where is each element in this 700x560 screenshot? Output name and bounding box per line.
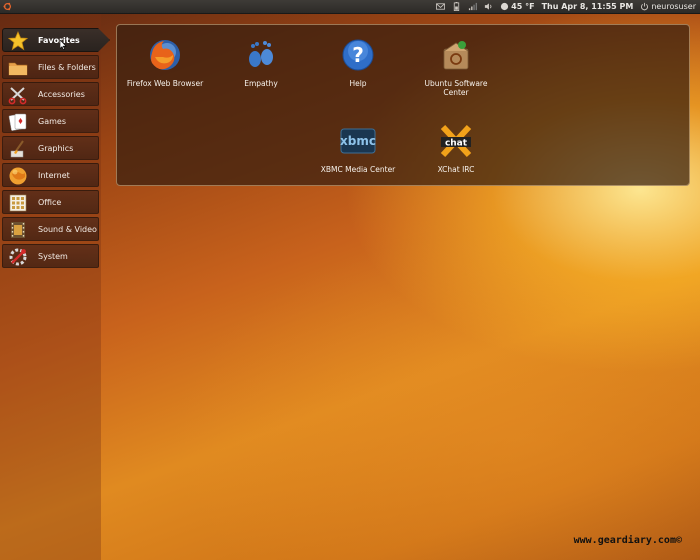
favorites-panel: Firefox Web Browser Empathy ? Help Ubunt… [116, 24, 690, 186]
network-signal-icon[interactable] [468, 2, 478, 11]
app-launcher-help[interactable]: ? Help [315, 37, 401, 88]
category-label: Internet [38, 171, 70, 180]
category-sidebar: Favorites Files & Folders Accessories Ga… [0, 14, 110, 560]
watermark: www.geardiary.com© [573, 535, 682, 546]
help-icon: ? [342, 39, 374, 71]
category-system[interactable]: System [2, 244, 99, 268]
app-launcher-firefox[interactable]: Firefox Web Browser [122, 37, 208, 88]
category-favorites[interactable]: Favorites [2, 28, 110, 52]
category-graphics[interactable]: Graphics [2, 136, 99, 160]
category-files-folders[interactable]: Files & Folders [2, 55, 99, 79]
svg-text:?: ? [352, 43, 364, 67]
category-internet[interactable]: Internet [2, 163, 99, 187]
category-label: Graphics [38, 144, 74, 153]
paintbrush-icon [10, 140, 24, 158]
xchat-icon: chat [440, 124, 472, 158]
battery-icon[interactable] [452, 2, 461, 11]
category-sound-video[interactable]: Sound & Video [2, 217, 99, 241]
empathy-icon [249, 41, 273, 67]
category-label: Games [38, 117, 66, 126]
volume-icon[interactable] [484, 2, 493, 11]
calculator-icon [9, 194, 27, 212]
top-panel: 45 °F Thu Apr 8, 11:55 PM neurosuser [0, 0, 700, 14]
session-menu[interactable]: neurosuser [640, 0, 696, 13]
weather-indicator[interactable]: 45 °F [500, 0, 535, 13]
mouse-cursor-icon [60, 40, 67, 50]
folder-icon [8, 62, 28, 76]
username: neurosuser [651, 2, 696, 11]
category-label: Accessories [38, 90, 85, 99]
category-accessories[interactable]: Accessories [2, 82, 99, 106]
power-icon [641, 2, 649, 11]
ubuntu-logo-icon[interactable] [3, 2, 12, 11]
app-launcher-empathy[interactable]: Empathy [218, 37, 304, 88]
app-launcher-xbmc[interactable]: xbmc XBMC Media Center [315, 123, 401, 174]
app-label: Firefox Web Browser [126, 79, 204, 88]
mail-icon[interactable] [436, 2, 446, 11]
xbmc-icon: xbmc [340, 128, 376, 154]
app-label: Help [349, 79, 367, 88]
svg-text:chat: chat [445, 139, 468, 149]
panel-tray: 45 °F Thu Apr 8, 11:55 PM neurosuser [436, 0, 696, 13]
cloud-icon [501, 2, 509, 11]
category-label: Files & Folders [38, 63, 96, 72]
app-label: XBMC Media Center [320, 165, 396, 174]
globe-icon [9, 167, 27, 185]
category-label: Office [38, 198, 62, 207]
category-office[interactable]: Office [2, 190, 99, 214]
firefox-icon [150, 40, 180, 70]
category-label: Favorites [38, 36, 80, 45]
app-label: XChat IRC [437, 165, 475, 174]
software-center-icon [443, 41, 469, 70]
weather-temperature: 45 °F [511, 2, 535, 11]
star-icon [8, 31, 28, 51]
app-label: Ubuntu Software Center [424, 79, 488, 97]
app-launcher-ubuntu-software-center[interactable]: Ubuntu Software Center [413, 37, 499, 97]
wrench-icon [9, 248, 27, 266]
app-label: Empathy [244, 79, 278, 88]
category-label: System [38, 252, 68, 261]
category-label: Sound & Video [38, 225, 97, 234]
scissors-icon [8, 87, 27, 105]
playing-cards-icon [8, 113, 27, 131]
app-launcher-xchat[interactable]: chat XChat IRC [413, 123, 499, 174]
clock[interactable]: Thu Apr 8, 11:55 PM [542, 0, 634, 13]
svg-text:xbmc: xbmc [340, 134, 376, 148]
category-games[interactable]: Games [2, 109, 99, 133]
film-icon [11, 222, 25, 238]
